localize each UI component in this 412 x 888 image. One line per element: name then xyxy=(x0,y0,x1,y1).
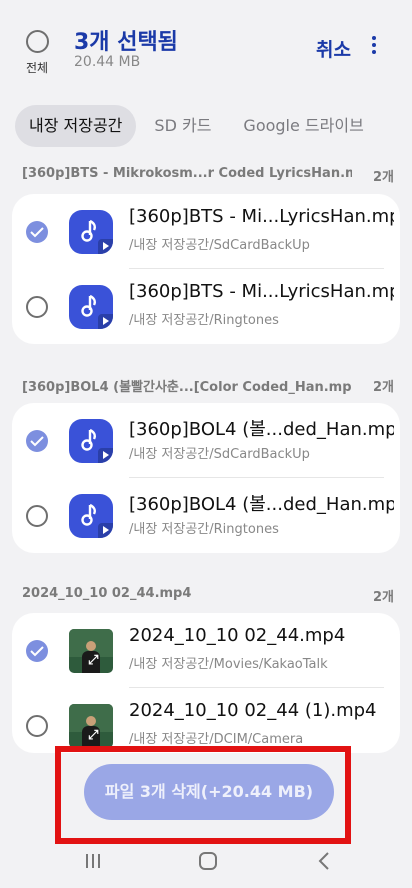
file-name: [360p]BTS - Mi...LyricsHan.mp3 xyxy=(129,206,394,227)
file-path: /내장 저장공간/SdCardBackUp xyxy=(129,447,310,462)
group-name: [360p]BOL4 (볼빨간사춘...[Color Coded_Han.mp3 xyxy=(22,380,352,395)
selection-size: 20.44 MB xyxy=(74,54,141,70)
group-count: 2개 xyxy=(372,380,394,395)
file-list-item[interactable]: ⤢ 2024_10_10 02_44 (1).mp4 /내장 저장공간/DCIM… xyxy=(12,688,400,753)
file-list-item[interactable]: ⤢ 2024_10_10 02_44.mp4 /내장 저장공간/Movies/K… xyxy=(12,613,400,688)
file-path: /내장 저장공간/Ringtones xyxy=(129,313,279,328)
file-name: [360p]BOL4 (볼...ded_Han.mp3 xyxy=(129,494,394,515)
unchecked-checkbox[interactable] xyxy=(26,296,48,318)
recents-icon[interactable] xyxy=(86,854,102,868)
delete-files-button[interactable]: 파일 3개 삭제(+20.44 MB) xyxy=(84,764,334,820)
unchecked-checkbox[interactable] xyxy=(26,715,48,737)
tab-google-drive[interactable]: Google 드라이브 xyxy=(229,105,377,147)
file-path: /내장 저장공간/Ringtones xyxy=(129,522,279,537)
duplicate-group-card: [360p]BOL4 (볼...ded_Han.mp3 /내장 저장공간/SdC… xyxy=(12,403,400,553)
system-navigation-bar xyxy=(0,840,412,888)
file-name: [360p]BTS - Mi...LyricsHan.mp3 xyxy=(129,281,394,302)
play-badge-icon xyxy=(98,448,113,463)
file-list-item[interactable]: [360p]BTS - Mi...LyricsHan.mp3 /내장 저장공간/… xyxy=(12,194,400,269)
home-icon[interactable] xyxy=(199,852,217,870)
audio-file-icon xyxy=(69,419,113,463)
cancel-button[interactable]: 취소 xyxy=(316,35,351,62)
selection-count-title: 3개 선택됨 xyxy=(74,30,178,55)
checked-checkbox[interactable] xyxy=(26,221,48,243)
unchecked-checkbox[interactable] xyxy=(26,505,48,527)
file-path: /내장 저장공간/Movies/KakaoTalk xyxy=(129,657,328,672)
delete-button-highlight: 파일 3개 삭제(+20.44 MB) xyxy=(55,746,351,844)
file-list-item[interactable]: [360p]BTS - Mi...LyricsHan.mp3 /내장 저장공간/… xyxy=(12,269,400,344)
audio-file-icon xyxy=(69,494,113,538)
tab-internal-storage[interactable]: 내장 저장공간 xyxy=(15,105,137,147)
group-name: 2024_10_10 02_44.mp4 xyxy=(22,586,192,601)
checked-checkbox[interactable] xyxy=(26,430,48,452)
group-name: [360p]BTS - Mikrokosm...r Coded LyricsHa… xyxy=(22,166,352,181)
duplicate-group-card: [360p]BTS - Mi...LyricsHan.mp3 /내장 저장공간/… xyxy=(12,194,400,344)
video-thumbnail: ⤢ xyxy=(69,629,113,673)
expand-icon: ⤢ xyxy=(88,653,99,668)
group-count: 2개 xyxy=(372,590,394,605)
file-list-item[interactable]: [360p]BOL4 (볼...ded_Han.mp3 /내장 저장공간/Rin… xyxy=(12,478,400,553)
more-vert-icon[interactable] xyxy=(366,36,382,58)
duplicate-group-header: 2024_10_10 02_44.mp4 2개 xyxy=(22,586,394,608)
group-count: 2개 xyxy=(372,170,394,185)
file-name: [360p]BOL4 (볼...ded_Han.mp3 xyxy=(129,419,394,440)
play-badge-icon xyxy=(98,523,113,538)
play-badge-icon xyxy=(98,314,113,329)
duplicate-group-header: [360p]BTS - Mikrokosm...r Coded LyricsHa… xyxy=(22,166,394,188)
select-all-control[interactable]: 전체 xyxy=(22,30,52,76)
audio-file-icon xyxy=(69,210,113,254)
file-path: /내장 저장공간/DCIM/Camera xyxy=(129,732,304,747)
duplicate-group-card: ⤢ 2024_10_10 02_44.mp4 /내장 저장공간/Movies/K… xyxy=(12,613,400,753)
file-name: 2024_10_10 02_44 (1).mp4 xyxy=(129,700,377,721)
select-all-label: 전체 xyxy=(25,61,49,75)
selection-header: 전체 3개 선택됨 20.44 MB 취소 xyxy=(0,0,412,96)
duplicate-group-header: [360p]BOL4 (볼빨간사춘...[Color Coded_Han.mp3… xyxy=(22,376,394,398)
file-path: /내장 저장공간/SdCardBackUp xyxy=(129,238,310,253)
checked-checkbox[interactable] xyxy=(26,640,48,662)
file-name: 2024_10_10 02_44.mp4 xyxy=(129,625,346,646)
tab-sd-card[interactable]: SD 카드 xyxy=(140,105,225,147)
expand-icon: ⤢ xyxy=(88,728,99,743)
storage-tabs: 내장 저장공간 SD 카드 Google 드라이브 xyxy=(15,105,382,147)
select-all-checkbox[interactable] xyxy=(25,30,49,53)
file-list-item[interactable]: [360p]BOL4 (볼...ded_Han.mp3 /내장 저장공간/SdC… xyxy=(12,403,400,478)
audio-file-icon xyxy=(69,285,113,329)
play-badge-icon xyxy=(98,239,113,254)
back-icon[interactable] xyxy=(318,852,330,874)
video-thumbnail: ⤢ xyxy=(69,704,113,748)
